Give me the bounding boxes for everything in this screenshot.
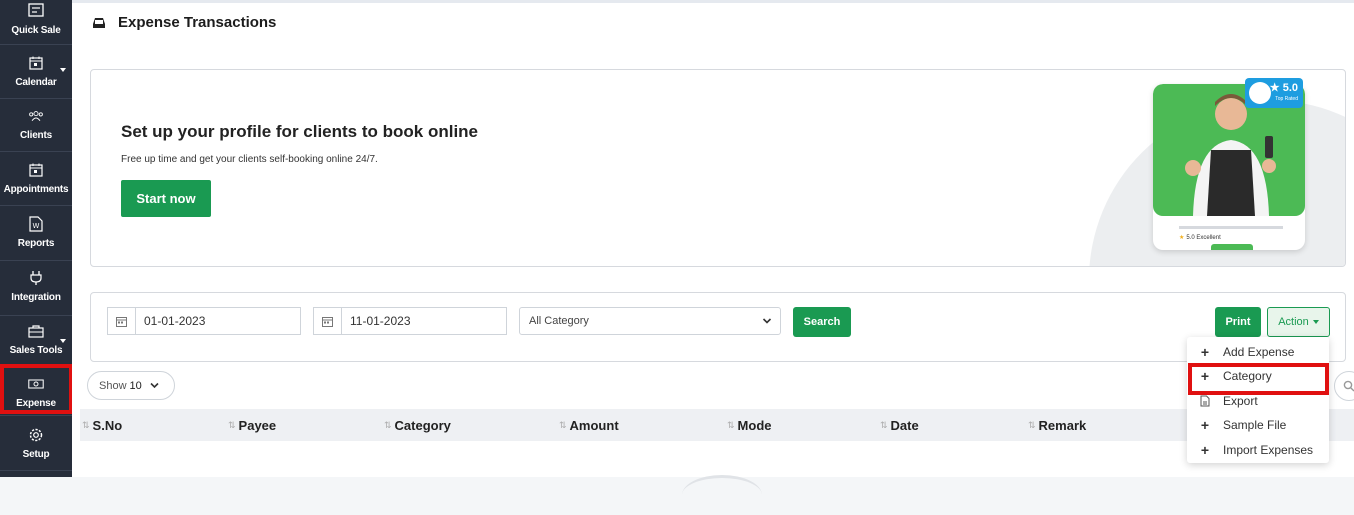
promo-banner: Set up your profile for clients to book … (90, 69, 1346, 267)
plus-icon: + (1200, 442, 1210, 458)
promo-card-button (1211, 244, 1253, 250)
sidebar-item-reports[interactable]: W Reports (0, 207, 72, 261)
badge-sub: Top Rated (1275, 96, 1298, 102)
caret-down-icon (1312, 320, 1319, 324)
print-button[interactable]: Print (1215, 307, 1261, 337)
sidebar-item-label: Sales Tools (9, 345, 63, 356)
column-header-payee[interactable]: ⇅ Payee (228, 418, 276, 433)
highlight-category (1188, 363, 1329, 395)
highlight-expense (0, 364, 73, 414)
plus-icon: + (1200, 344, 1210, 360)
star-icon: ★ (1179, 235, 1185, 241)
sidebar-item-label: Calendar (15, 77, 57, 88)
sidebar-item-sales-tools[interactable]: Sales Tools (0, 317, 72, 365)
chevron-down-icon (60, 339, 66, 343)
main-content: Expense Transactions Set up your profile… (72, 0, 1354, 478)
promo-profile-card: ★ 5.0 Excellent (1153, 84, 1305, 250)
menu-item-sample-file[interactable]: + Sample File (1187, 413, 1329, 437)
action-button[interactable]: Action (1267, 307, 1330, 337)
page-size-select[interactable]: Show 10 (87, 371, 175, 400)
sidebar-item-label: Appointments (3, 184, 69, 195)
register-icon (28, 2, 44, 18)
calendar-icon (314, 308, 342, 334)
search-button[interactable]: Search (793, 307, 851, 337)
sidebar-item-label: Reports (17, 238, 55, 249)
column-header-date[interactable]: ⇅ Date (880, 418, 919, 433)
svg-text:W: W (33, 222, 40, 230)
loading-spinner (682, 475, 762, 515)
column-header-remark[interactable]: ⇅ Remark (1028, 418, 1086, 433)
briefcase-icon (28, 323, 44, 339)
column-header-category[interactable]: ⇅ Category (384, 418, 451, 433)
chevron-down-icon (60, 68, 66, 72)
chevron-down-icon (150, 382, 159, 389)
sort-icon: ⇅ (1028, 420, 1036, 430)
calendar-icon (28, 55, 44, 71)
column-header-sno[interactable]: ⇅ S.No (82, 418, 122, 433)
promo-card-line (1179, 226, 1283, 229)
chevron-down-icon (762, 316, 772, 329)
sort-icon: ⇅ (727, 420, 735, 430)
sidebar-item-label: Integration (11, 292, 61, 303)
reports-icon: W (28, 216, 44, 232)
category-select[interactable]: All Category (519, 307, 781, 335)
table-search-button[interactable] (1334, 371, 1354, 401)
sidebar-item-integration[interactable]: Integration (0, 262, 72, 316)
plug-icon (28, 270, 44, 286)
from-date-field[interactable]: 01-01-2023 (107, 307, 301, 335)
to-date-field[interactable]: 11-01-2023 (313, 307, 507, 335)
promo-subtext: Free up time and get your clients self-b… (121, 154, 378, 165)
sort-icon: ⇅ (228, 420, 236, 430)
sidebar-item-appointments[interactable]: Appointments (0, 153, 72, 206)
sidebar-item-clients[interactable]: Clients (0, 100, 72, 152)
menu-item-add-expense[interactable]: + Add Expense (1187, 340, 1329, 364)
page-title: Expense Transactions (92, 14, 276, 31)
sort-icon: ⇅ (559, 420, 567, 430)
avatar (1249, 82, 1271, 104)
menu-item-import-expenses[interactable]: + Import Expenses (1187, 438, 1329, 462)
rating-badge: ★ 5.0 Top Rated (1245, 78, 1303, 108)
sidebar-item-label: Clients (20, 130, 52, 141)
clients-icon (28, 108, 44, 124)
badge-rating: ★ 5.0 (1269, 82, 1298, 94)
start-now-button[interactable]: Start now (121, 180, 211, 217)
sort-icon: ⇅ (880, 420, 888, 430)
appointments-icon (28, 162, 44, 178)
sidebar-item-setup[interactable]: Setup (0, 417, 72, 471)
column-header-amount[interactable]: ⇅ Amount (559, 418, 619, 433)
sidebar-item-calendar[interactable]: Calendar (0, 46, 72, 99)
sidebar-item-label: Quick Sale (11, 25, 61, 36)
plus-icon: + (1200, 417, 1210, 433)
sidebar-item-label: Setup (22, 449, 50, 460)
page-title-text: Expense Transactions (118, 14, 277, 31)
promo-heading: Set up your profile for clients to book … (121, 122, 479, 141)
inbox-icon (92, 17, 118, 29)
calendar-icon (108, 308, 136, 334)
sort-icon: ⇅ (384, 420, 392, 430)
promo-card-rating: ★ 5.0 Excellent (1179, 234, 1221, 242)
filter-panel: 01-01-2023 11-01-2023 All Category Searc… (90, 292, 1346, 362)
action-menu: + Add Expense + Category Export + Sample… (1187, 337, 1329, 463)
sort-icon: ⇅ (82, 420, 90, 430)
table-header: ⇅ S.No ⇅ Payee ⇅ Category ⇅ Amount ⇅ Mode ⇅ Da… (80, 409, 1354, 441)
file-icon (1187, 395, 1223, 407)
search-icon (1343, 380, 1354, 392)
sidebar-item-quick-sale[interactable]: Quick Sale (0, 0, 72, 45)
gear-icon (28, 427, 44, 443)
column-header-mode[interactable]: ⇅ Mode (727, 418, 772, 433)
